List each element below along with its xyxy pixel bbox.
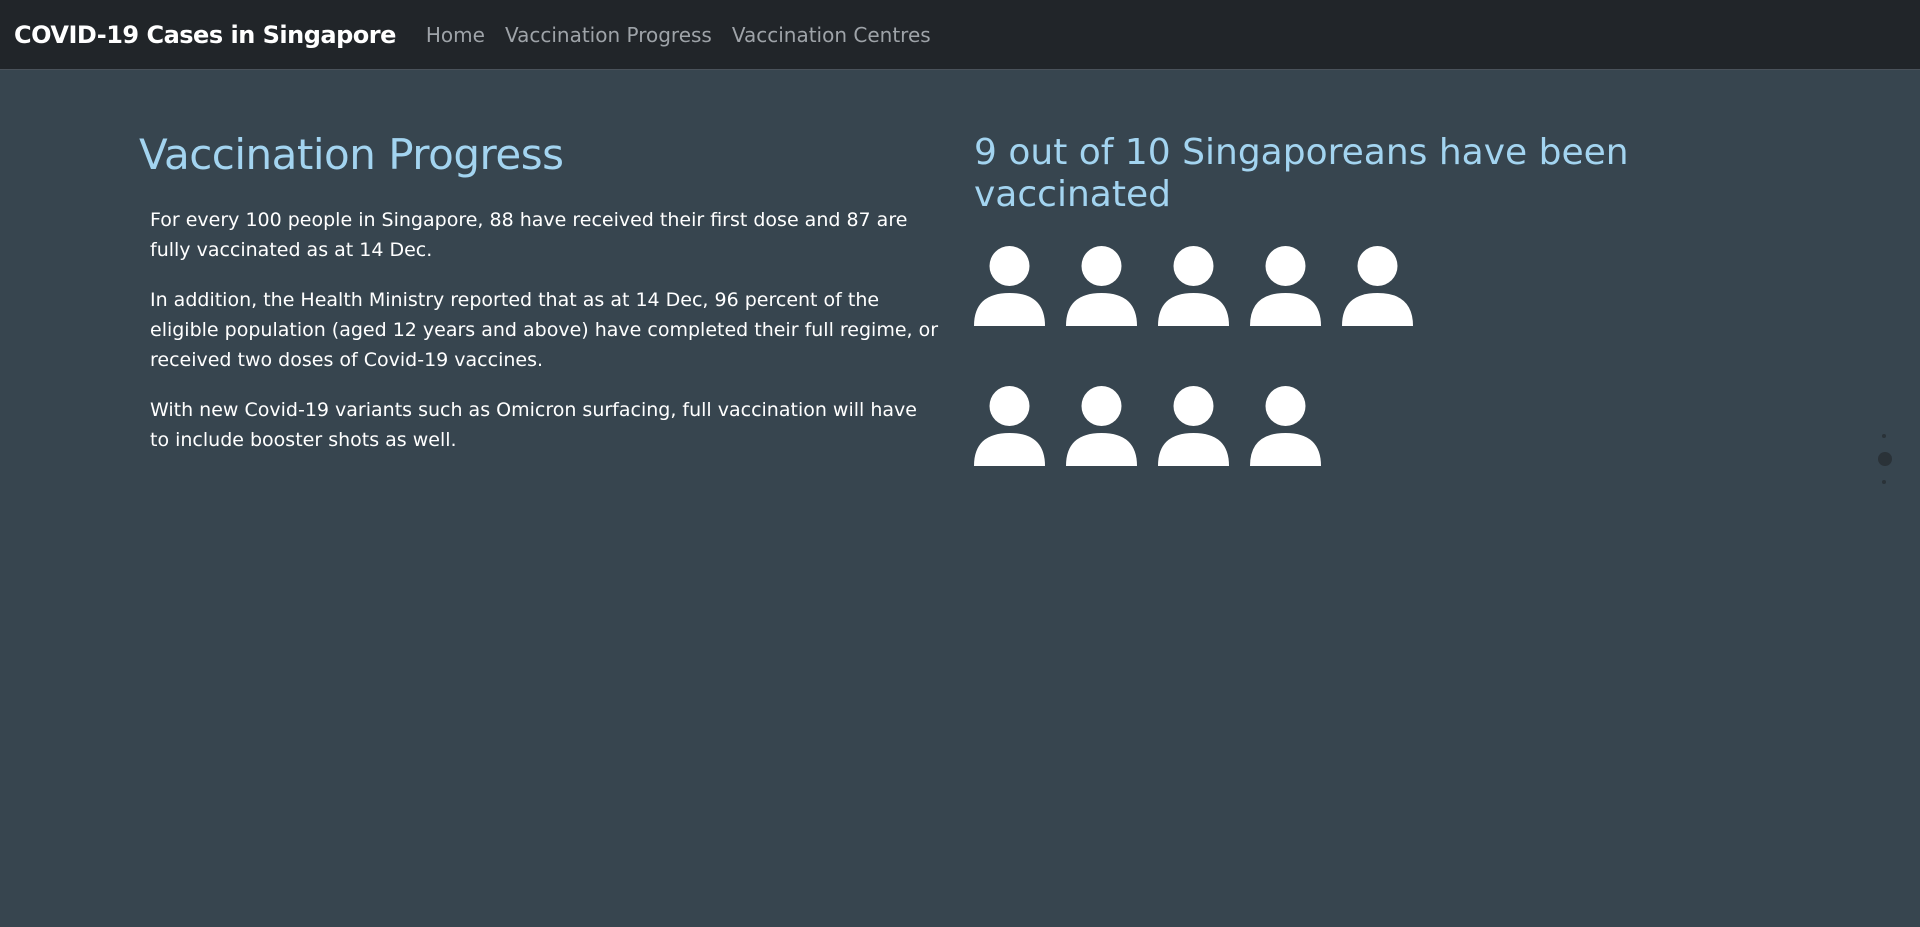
vaccination-stat-section: 9 out of 10 Singaporeans have been vacci… [974, 132, 1674, 526]
paragraph-booster: With new Covid-19 variants such as Omicr… [150, 399, 917, 451]
stat-title: 9 out of 10 Singaporeans have been vacci… [974, 132, 1629, 215]
person-icon [1066, 386, 1137, 466]
main-content: Vaccination Progress For every 100 peopl… [0, 70, 1920, 927]
navbar-brand[interactable]: COVID-19 Cases in Singapore [14, 21, 396, 49]
icon-row [974, 386, 1674, 466]
paragraph-doses: For every 100 people in Singapore, 88 ha… [150, 209, 908, 261]
person-icon [974, 386, 1045, 466]
person-icon-grid [974, 246, 1674, 466]
person-icon [1158, 386, 1229, 466]
page-title: Vaccination Progress [139, 130, 564, 179]
vaccination-progress-section: Vaccination Progress For every 100 peopl… [139, 130, 939, 475]
nav-link-home[interactable]: Home [426, 23, 485, 47]
person-icon [1066, 246, 1137, 326]
nav-link-vaccination-centres[interactable]: Vaccination Centres [732, 23, 931, 47]
scroll-dot[interactable] [1882, 480, 1886, 484]
icon-row [974, 246, 1674, 326]
person-icon [1342, 246, 1413, 326]
person-icon [1250, 386, 1321, 466]
scroll-dot[interactable] [1882, 434, 1886, 438]
scroll-indicator[interactable] [1878, 434, 1892, 484]
person-icon [974, 246, 1045, 326]
scroll-dot-active[interactable] [1878, 452, 1892, 466]
person-icon [1158, 246, 1229, 326]
paragraph-health-ministry: In addition, the Health Ministry reporte… [150, 289, 939, 371]
navbar: COVID-19 Cases in Singapore Home Vaccina… [0, 0, 1920, 70]
person-icon [1250, 246, 1321, 326]
nav-link-vaccination-progress[interactable]: Vaccination Progress [505, 23, 712, 47]
